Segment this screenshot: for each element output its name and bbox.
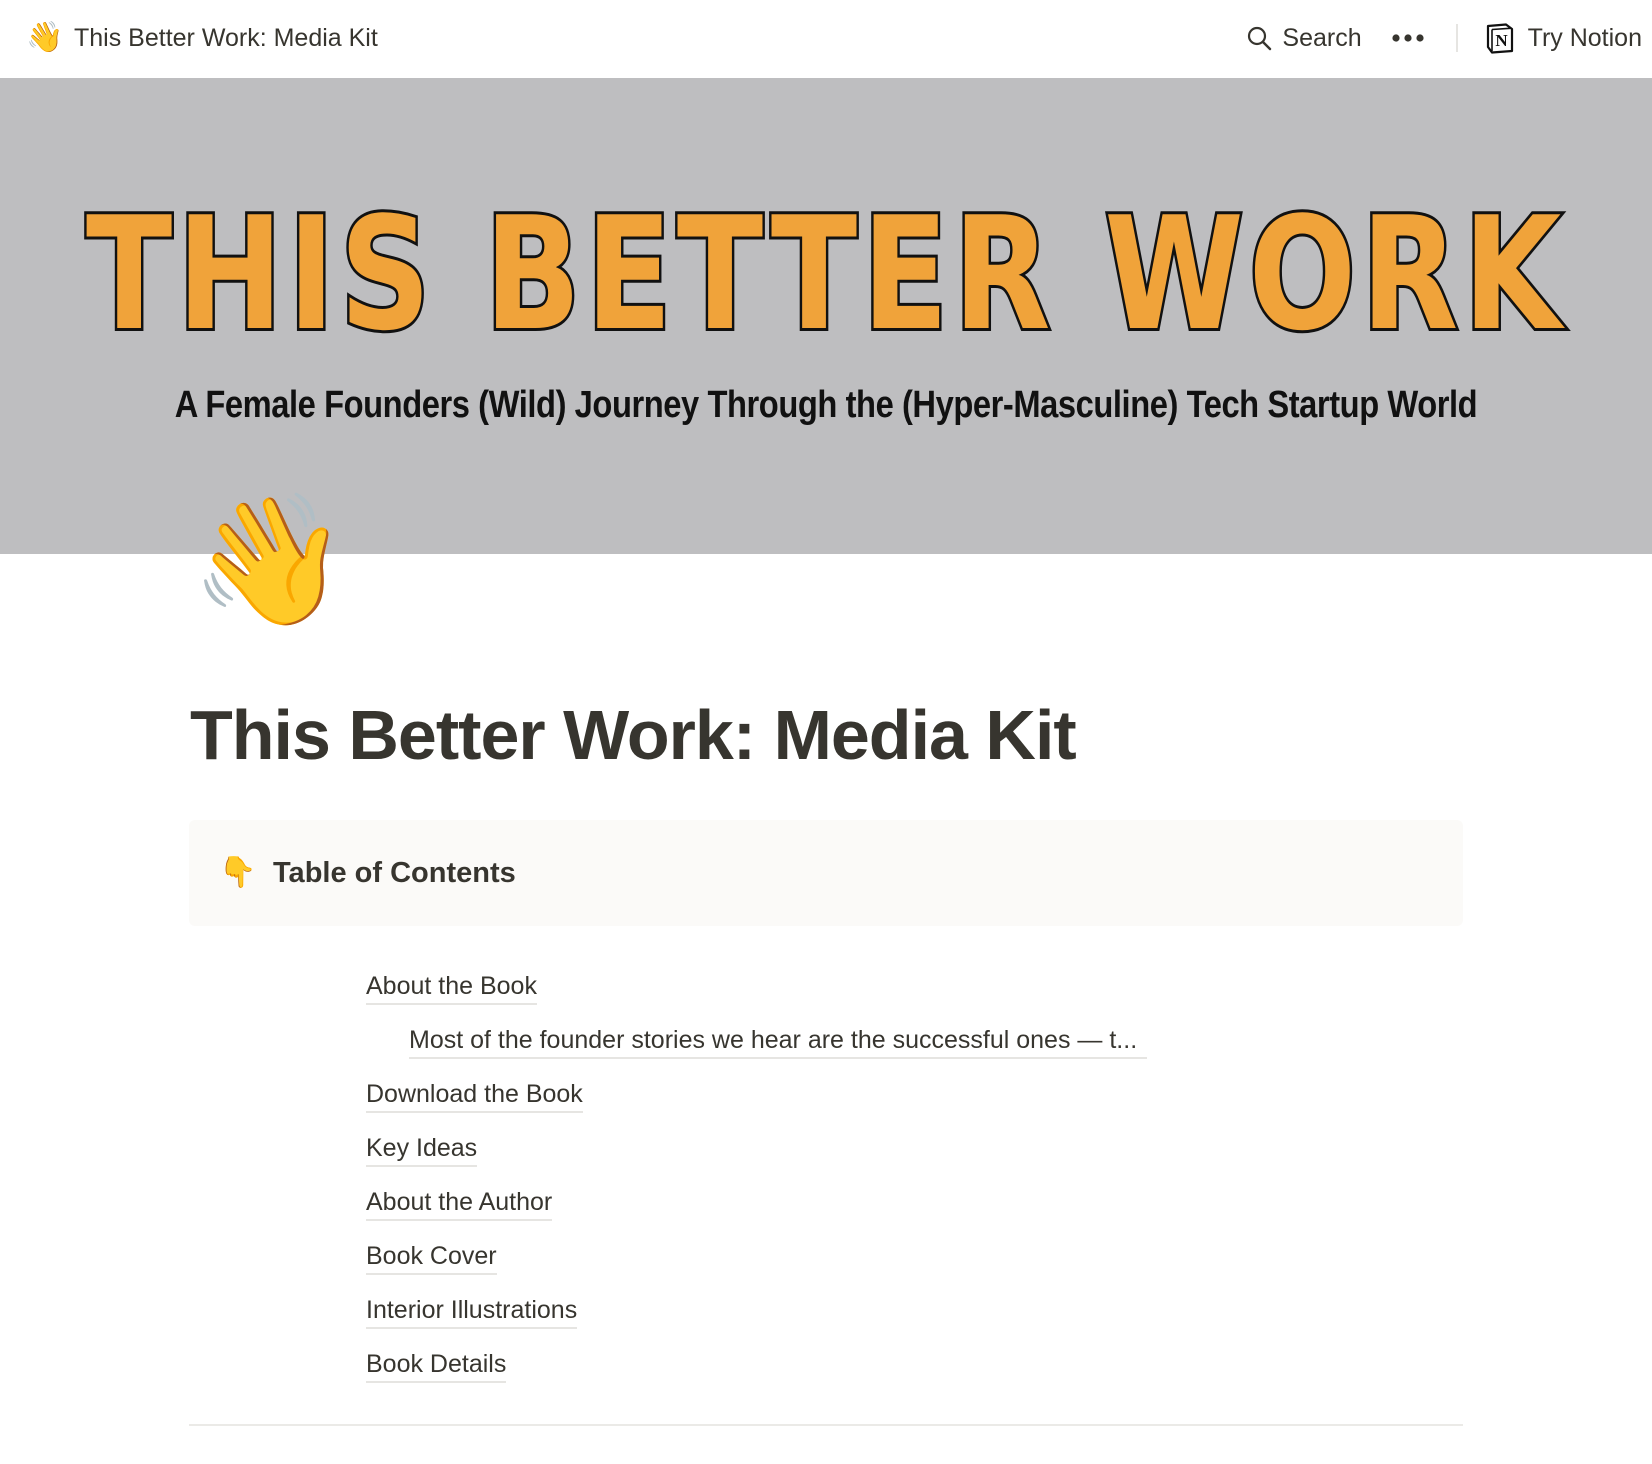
top-bar-actions: Search N Try Notion <box>1246 18 1642 58</box>
page-emoji-icon: 👋 <box>26 21 64 54</box>
pointing-down-icon: 👇 <box>219 856 257 889</box>
more-dots-icon <box>1392 34 1424 42</box>
cover-title-text: THIS BETTER WORK <box>86 203 1566 353</box>
toc-callout: 👇 Table of Contents <box>189 820 1463 926</box>
search-icon <box>1248 26 1272 51</box>
page-title: This Better Work: Media Kit <box>190 696 1077 774</box>
try-notion-button[interactable]: N Try Notion <box>1484 18 1642 58</box>
page-icon[interactable]: 👋 <box>190 486 349 636</box>
cover-banner: THIS BETTER WORK A Female Founders (Wild… <box>0 78 1652 554</box>
more-options-button[interactable] <box>1388 18 1428 58</box>
divider <box>189 1424 1463 1426</box>
toc-item-book-cover[interactable]: Book Cover <box>366 1236 1147 1290</box>
cover-title: THIS BETTER WORK <box>0 203 1652 353</box>
toc-item-interior-illustrations[interactable]: Interior Illustrations <box>366 1290 1147 1344</box>
toc-item-book-details[interactable]: Book Details <box>366 1344 1147 1398</box>
search-label: Search <box>1282 23 1362 52</box>
toc-item-download-the-book[interactable]: Download the Book <box>366 1074 1147 1128</box>
toc-item-about-the-author[interactable]: About the Author <box>366 1182 1147 1236</box>
toc-item-key-ideas[interactable]: Key Ideas <box>366 1128 1147 1182</box>
callout-text: Table of Contents <box>273 856 516 889</box>
toolbar-divider <box>1455 24 1458 52</box>
toc-item-founder-stories[interactable]: Most of the founder stories we hear are … <box>366 1020 1148 1074</box>
search-button[interactable]: Search <box>1246 18 1362 58</box>
breadcrumb-title: This Better Work: Media Kit <box>74 24 378 52</box>
top-bar: 👋 This Better Work: Media Kit Search N T… <box>0 0 1652 78</box>
notion-logo-icon: N <box>1486 23 1513 54</box>
try-notion-label: Try Notion <box>1527 23 1642 52</box>
svg-text:N: N <box>1495 31 1508 50</box>
table-of-contents: About the Book Most of the founder stori… <box>366 966 1148 1398</box>
cover-subtitle: A Female Founders (Wild) Journey Through… <box>174 384 1478 426</box>
toc-item-about-the-book[interactable]: About the Book <box>366 966 1147 1020</box>
breadcrumb[interactable]: 👋 This Better Work: Media Kit <box>26 20 378 56</box>
